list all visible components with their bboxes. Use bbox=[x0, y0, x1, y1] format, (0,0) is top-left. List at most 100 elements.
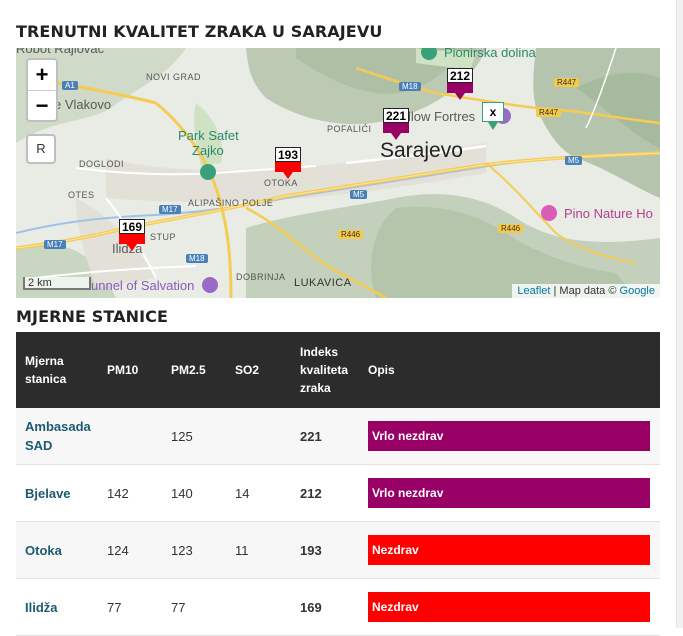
reset-view-button[interactable]: R bbox=[26, 134, 56, 164]
map-label-sarajevo: Sarajevo bbox=[380, 139, 463, 162]
air-quality-map[interactable]: Robot Rajlovac NOVI GRAD e Vlakovo Park … bbox=[16, 48, 660, 298]
road-m5-center: M5 bbox=[350, 190, 368, 199]
marker-tip bbox=[455, 93, 465, 100]
road-m17-west: M17 bbox=[44, 240, 66, 249]
marker-flag bbox=[119, 234, 145, 244]
table-header-row: Mjerna stanica PM10 PM2.5 SO2 Indeks kva… bbox=[16, 332, 660, 408]
marker-tip bbox=[488, 122, 498, 130]
header-pm25: PM2.5 bbox=[162, 332, 226, 408]
marker-value: 221 bbox=[383, 108, 409, 123]
marker-otoka[interactable]: 193 bbox=[275, 147, 301, 179]
stations-table: Mjerna stanica PM10 PM2.5 SO2 Indeks kva… bbox=[16, 332, 660, 636]
google-link[interactable]: Google bbox=[620, 285, 655, 297]
pm10-value: 124 bbox=[98, 521, 162, 579]
marker-tip bbox=[283, 172, 293, 179]
pm25-value: 77 bbox=[162, 578, 226, 636]
so2-value: 11 bbox=[226, 521, 291, 579]
desc-badge: Nezdrav bbox=[368, 592, 650, 622]
map-label-tunnel: unnel of Salvation bbox=[91, 278, 195, 293]
marker-flag bbox=[383, 123, 409, 133]
station-name-link[interactable]: Bjelave bbox=[16, 464, 98, 522]
map-label-otes: OTES bbox=[68, 190, 95, 200]
aqi-value: 169 bbox=[291, 578, 359, 636]
marker-flag bbox=[447, 83, 473, 93]
road-r446-west: R446 bbox=[338, 230, 364, 239]
table-row: Bjelave 142 140 14 212 Vrlo nezdrav bbox=[16, 464, 660, 522]
zoom-out-button[interactable]: − bbox=[28, 90, 56, 121]
map-label-stup: STUP bbox=[150, 232, 177, 242]
marker-x[interactable]: x bbox=[482, 102, 504, 130]
marker-ilidza[interactable]: 169 bbox=[119, 219, 145, 251]
map-label-robot: Robot Rajlovac bbox=[16, 48, 105, 56]
zoom-in-button[interactable]: + bbox=[28, 60, 56, 90]
so2-value: 14 bbox=[226, 464, 291, 522]
so2-value bbox=[226, 408, 291, 465]
marker-value: 193 bbox=[275, 147, 301, 162]
marker-flag bbox=[275, 162, 301, 172]
road-m5-east: M5 bbox=[565, 156, 583, 165]
map-label-pofalici: POFALIĆI bbox=[327, 124, 372, 134]
map-label-vlakovo: e Vlakovo bbox=[54, 97, 112, 112]
table-row: Ilidža 77 77 169 Nezdrav bbox=[16, 578, 660, 636]
map-label-zajko: Zajko bbox=[192, 143, 224, 158]
marker-tip bbox=[391, 133, 401, 140]
station-name-link[interactable]: Ambasada SAD bbox=[16, 408, 98, 465]
map-label-otoka: OTOKA bbox=[264, 178, 298, 188]
road-m18-north: M18 bbox=[399, 82, 421, 91]
map-label-fortress: llow Fortres bbox=[408, 109, 476, 124]
pm25-value: 123 bbox=[162, 521, 226, 579]
pm10-value bbox=[98, 408, 162, 465]
road-r447-upper: R447 bbox=[554, 78, 580, 87]
map-label-lukavica: LUKAVICA bbox=[294, 277, 352, 289]
aqi-value: 212 bbox=[291, 464, 359, 522]
marker-bjelave[interactable]: 212 bbox=[447, 68, 473, 100]
stations-title: MJERNE STANICE bbox=[16, 307, 169, 326]
header-pm10: PM10 bbox=[98, 332, 162, 408]
station-name-link[interactable]: Otoka bbox=[16, 521, 98, 579]
map-data-text: | Map data © bbox=[550, 285, 620, 297]
desc-cell: Nezdrav bbox=[359, 578, 660, 636]
desc-cell: Vrlo nezdrav bbox=[359, 408, 660, 465]
desc-cell: Vrlo nezdrav bbox=[359, 464, 660, 522]
map-scale: 2 km bbox=[23, 277, 91, 290]
aqi-value: 193 bbox=[291, 521, 359, 579]
desc-badge: Nezdrav bbox=[368, 535, 650, 565]
map-attribution: Leaflet | Map data © Google bbox=[512, 284, 660, 298]
road-a1: A1 bbox=[62, 81, 78, 90]
header-desc: Opis bbox=[359, 332, 660, 408]
header-station: Mjerna stanica bbox=[16, 332, 98, 408]
pm10-value: 142 bbox=[98, 464, 162, 522]
desc-badge: Vrlo nezdrav bbox=[368, 421, 650, 451]
marker-value: 212 bbox=[447, 68, 473, 83]
map-label-pino: Pino Nature Ho bbox=[564, 206, 653, 221]
map-label-novi-grad: NOVI GRAD bbox=[146, 72, 202, 82]
zoom-control: + − bbox=[26, 58, 58, 122]
map-label-alipasino: ALIPAŠINO POLJE bbox=[188, 198, 274, 208]
page-title: TRENUTNI KVALITET ZRAKA U SARAJEVU bbox=[16, 22, 383, 41]
marker-value: 169 bbox=[119, 219, 145, 234]
station-name-link[interactable]: Ilidža bbox=[16, 578, 98, 636]
map-label-doglodi: DOGLODI bbox=[79, 159, 125, 169]
road-m17-center: M17 bbox=[159, 205, 181, 214]
pm25-value: 140 bbox=[162, 464, 226, 522]
road-m18-south: M18 bbox=[186, 254, 208, 263]
road-r446-east: R446 bbox=[498, 224, 524, 233]
so2-value bbox=[226, 578, 291, 636]
marker-ambasada-sad[interactable]: 221 bbox=[383, 108, 409, 140]
table-row: Otoka 124 123 11 193 Nezdrav bbox=[16, 521, 660, 579]
pm25-value: 125 bbox=[162, 408, 226, 465]
desc-cell: Nezdrav bbox=[359, 521, 660, 579]
desc-badge: Vrlo nezdrav bbox=[368, 478, 650, 508]
header-so2: SO2 bbox=[226, 332, 291, 408]
aqi-value: 221 bbox=[291, 408, 359, 465]
scrollbar[interactable] bbox=[676, 0, 683, 628]
marker-value: x bbox=[482, 102, 504, 122]
map-label-park: Park Safet bbox=[178, 128, 239, 143]
table-row: Ambasada SAD 125 221 Vrlo nezdrav bbox=[16, 408, 660, 465]
map-label-dobrinja: DOBRINJA bbox=[236, 272, 286, 282]
header-aqi: Indeks kvaliteta zraka bbox=[291, 332, 359, 408]
leaflet-link[interactable]: Leaflet bbox=[517, 285, 550, 297]
road-r447-lower: R447 bbox=[536, 108, 562, 117]
pm10-value: 77 bbox=[98, 578, 162, 636]
marker-tip bbox=[127, 244, 137, 251]
